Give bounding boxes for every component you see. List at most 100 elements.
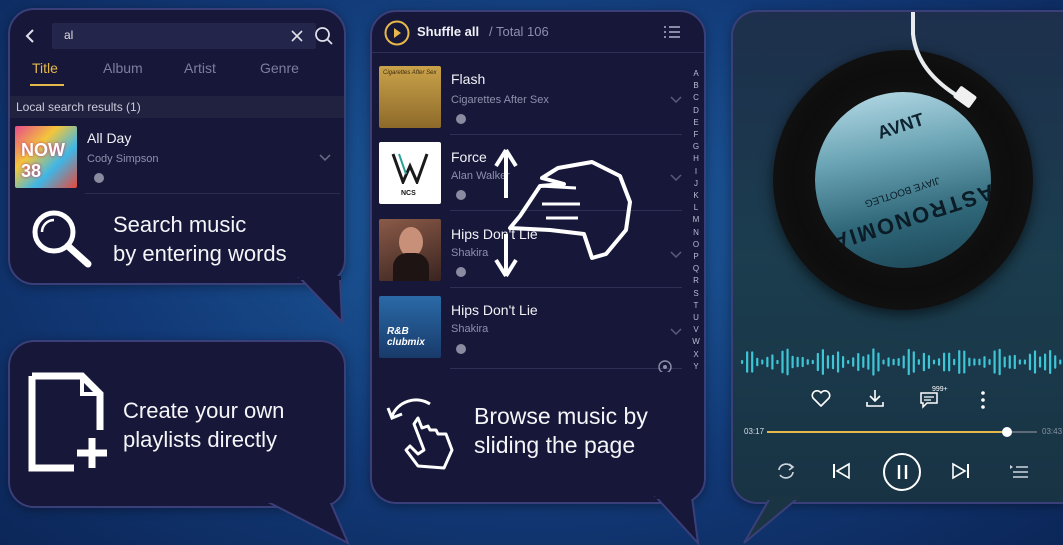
- alphabet-index[interactable]: ABCDEFGHIJKLMNOPQRSTUVWXY: [690, 68, 702, 373]
- search-result-row[interactable]: NOW 38 All Day Cody Simpson: [10, 120, 344, 192]
- queue-icon[interactable]: [1009, 463, 1029, 479]
- alphabet-letter[interactable]: X: [690, 349, 702, 361]
- waveform-bar: [1049, 349, 1052, 375]
- alphabet-letter[interactable]: S: [690, 288, 702, 300]
- more-dot-icon[interactable]: [456, 267, 466, 277]
- more-icon[interactable]: [979, 390, 987, 410]
- waveform-bar: [806, 359, 809, 365]
- alphabet-letter[interactable]: P: [690, 251, 702, 263]
- pause-button[interactable]: [883, 453, 921, 491]
- alphabet-letter[interactable]: M: [690, 214, 702, 226]
- heart-icon[interactable]: [811, 390, 831, 408]
- song-row[interactable]: R&B clubmix Hips Don't Lie Shakira: [372, 294, 704, 366]
- search-panel: al Title Album Artist Genre Local search…: [8, 8, 346, 285]
- waveform-bar: [922, 352, 925, 372]
- time-total: 03:43: [1042, 427, 1063, 436]
- alphabet-letter[interactable]: Y: [690, 361, 702, 373]
- waveform-bar: [943, 352, 946, 372]
- chevron-down-icon[interactable]: [670, 96, 682, 104]
- waveform-bar: [1038, 356, 1042, 368]
- search-input[interactable]: [52, 23, 316, 49]
- waveform-bar: [1044, 353, 1047, 371]
- alphabet-letter[interactable]: L: [690, 202, 702, 214]
- waveform-bar: [912, 351, 915, 373]
- alphabet-letter[interactable]: T: [690, 300, 702, 312]
- swipe-hand-icon: [494, 148, 632, 278]
- chevron-down-icon[interactable]: [670, 174, 682, 182]
- alphabet-letter[interactable]: O: [690, 239, 702, 251]
- tab-title[interactable]: Title: [32, 60, 58, 76]
- alphabet-letter[interactable]: B: [690, 80, 702, 92]
- song-artist: Cigarettes After Sex: [451, 94, 549, 106]
- more-dot-icon[interactable]: [456, 344, 466, 354]
- chevron-down-icon[interactable]: [319, 154, 331, 162]
- waveform-bar: [1059, 359, 1062, 365]
- divider: [450, 368, 682, 369]
- waveform-bar: [831, 354, 835, 370]
- search-icon[interactable]: [314, 26, 334, 46]
- alphabet-letter[interactable]: I: [690, 166, 702, 178]
- alphabet-letter[interactable]: F: [690, 129, 702, 141]
- waveform-bar: [867, 354, 870, 370]
- progress-track[interactable]: [767, 427, 1037, 437]
- waveform-bar: [1018, 359, 1021, 365]
- alphabet-letter[interactable]: Q: [690, 263, 702, 275]
- waveform-bar: [781, 350, 784, 374]
- back-icon[interactable]: [24, 28, 36, 44]
- more-dot-icon[interactable]: [456, 190, 466, 200]
- tab-artist[interactable]: Artist: [184, 60, 216, 76]
- alphabet-letter[interactable]: V: [690, 324, 702, 336]
- waveform-bar: [1028, 353, 1032, 371]
- waveform-bar: [756, 357, 759, 367]
- more-dot-icon[interactable]: [94, 173, 104, 183]
- waveform-bar: [1054, 355, 1057, 369]
- alphabet-letter[interactable]: K: [690, 190, 702, 202]
- list-menu-icon[interactable]: [662, 24, 682, 40]
- tab-genre[interactable]: Genre: [260, 60, 299, 76]
- alphabet-letter[interactable]: A: [690, 68, 702, 80]
- slide-hand-icon: [386, 398, 454, 470]
- waveform-bar: [741, 360, 744, 364]
- tab-album[interactable]: Album: [103, 60, 143, 76]
- play-circle-icon[interactable]: [384, 20, 410, 46]
- repeat-icon[interactable]: [775, 461, 797, 481]
- alphabet-letter[interactable]: W: [690, 336, 702, 348]
- more-dot-icon[interactable]: [456, 114, 466, 124]
- alphabet-letter[interactable]: H: [690, 153, 702, 165]
- alphabet-letter[interactable]: J: [690, 178, 702, 190]
- shuffle-all-label[interactable]: Shuffle all: [417, 24, 479, 39]
- divider: [85, 193, 340, 194]
- playlist-panel: Create your own playlists directly: [8, 340, 346, 508]
- alphabet-letter[interactable]: G: [690, 141, 702, 153]
- clear-icon[interactable]: [290, 29, 304, 43]
- next-icon[interactable]: [951, 462, 971, 480]
- waveform-bar: [816, 352, 819, 372]
- search-query[interactable]: al: [64, 28, 73, 42]
- previous-icon[interactable]: [831, 462, 851, 480]
- alphabet-letter[interactable]: E: [690, 117, 702, 129]
- comment-count: 999+: [932, 386, 948, 393]
- song-row[interactable]: Cigarettes After Sex Flash Cigarettes Af…: [372, 64, 704, 136]
- album-art: NCS: [379, 142, 441, 204]
- waveform-bar: [937, 358, 941, 366]
- alphabet-letter[interactable]: N: [690, 227, 702, 239]
- waveform-bar: [973, 358, 976, 366]
- waveform-bar: [746, 351, 749, 373]
- alphabet-letter[interactable]: U: [690, 312, 702, 324]
- alphabet-letter[interactable]: C: [690, 92, 702, 104]
- download-icon[interactable]: [865, 388, 885, 408]
- waveform-bar: [963, 350, 966, 374]
- alphabet-letter[interactable]: D: [690, 105, 702, 117]
- waveform: [741, 348, 1062, 376]
- progress-knob[interactable]: [1002, 427, 1013, 437]
- chevron-down-icon[interactable]: [670, 328, 682, 336]
- waveform-bar: [776, 359, 779, 365]
- waveform-bar: [796, 356, 799, 368]
- song-artist: Shakira: [451, 323, 489, 335]
- chevron-down-icon[interactable]: [670, 251, 682, 259]
- locate-icon[interactable]: [656, 358, 674, 372]
- waveform-bar: [852, 357, 855, 367]
- comment-icon[interactable]: [919, 390, 941, 410]
- alphabet-letter[interactable]: R: [690, 275, 702, 287]
- bubble-tail: [653, 495, 700, 545]
